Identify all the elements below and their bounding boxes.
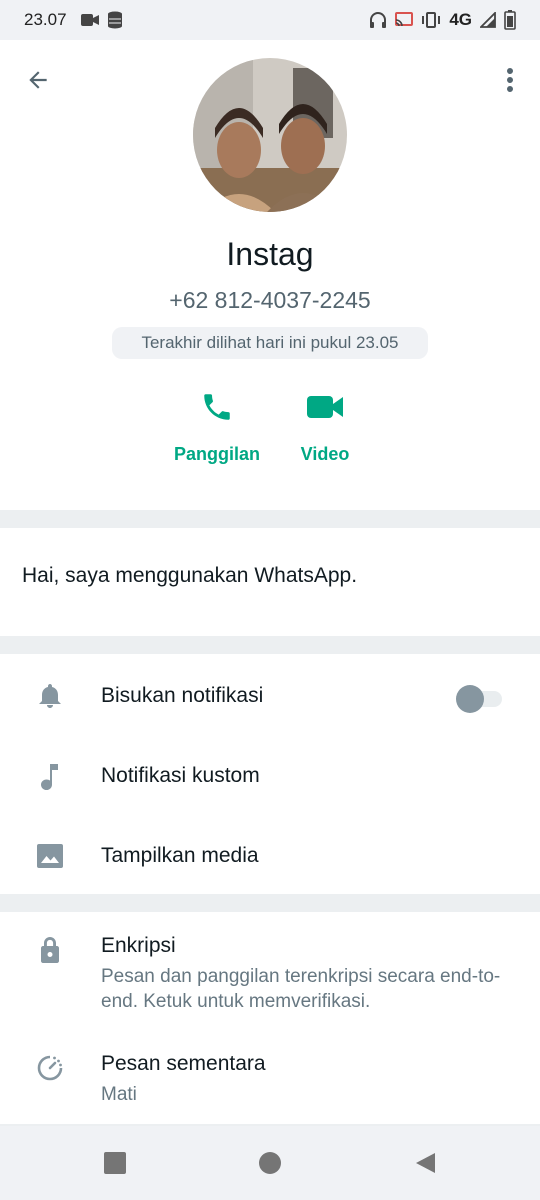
back-button[interactable] <box>22 64 54 96</box>
nav-back-icon <box>416 1153 435 1173</box>
status-left-icons <box>80 11 123 29</box>
image-icon <box>36 842 64 870</box>
custom-notifications-row[interactable]: Notifikasi kustom <box>0 736 540 816</box>
more-vertical-icon <box>507 68 513 92</box>
toggle-thumb <box>456 685 484 713</box>
nav-recents-icon <box>104 1152 126 1174</box>
video-label: Video <box>300 444 350 464</box>
custom-notif-label: Notifikasi kustom <box>101 764 260 787</box>
contact-phone: +62 812-4037-2245 <box>169 287 371 313</box>
profile-card: Instag +62 812-4037-2245 Terakhir diliha… <box>0 40 540 510</box>
mute-label: Bisukan notifikasi <box>101 684 264 707</box>
settings-card: Bisukan notifikasi Notifikasi kustom Tam… <box>0 654 540 894</box>
video-camera-icon <box>307 396 343 418</box>
last-seen-badge: Terakhir dilihat hari ini pukul 23.05 <box>112 327 428 359</box>
about-card[interactable]: Hai, saya menggunakan WhatsApp. <box>0 528 540 636</box>
more-options-button[interactable] <box>498 64 522 96</box>
headphones-icon <box>370 12 387 28</box>
status-bar: 23.07 4G <box>0 0 540 40</box>
nav-home-icon <box>259 1152 281 1174</box>
status-right-icons: 4G <box>369 10 516 30</box>
disappearing-title: Pesan sementara <box>101 1052 266 1075</box>
system-nav-bar <box>0 1126 540 1200</box>
nav-home-button[interactable] <box>255 1148 285 1178</box>
battery-icon <box>504 10 516 30</box>
call-button[interactable]: Panggilan <box>172 390 262 465</box>
music-note-icon <box>36 762 64 790</box>
disappearing-subtitle: Mati <box>101 1084 137 1105</box>
camera-recording-icon <box>80 14 99 26</box>
about-text: Hai, saya menggunakan WhatsApp. <box>22 564 358 587</box>
mute-toggle[interactable] <box>456 685 502 713</box>
network-type: 4G <box>449 10 472 29</box>
phone-icon <box>204 394 230 420</box>
call-label: Panggilan <box>173 444 260 464</box>
nav-recents-button[interactable] <box>100 1148 130 1178</box>
cast-icon <box>395 12 414 27</box>
disappearing-messages-row[interactable]: Pesan sementara Mati <box>0 1030 540 1122</box>
encryption-subtitle: Pesan dan panggilan terenkripsi secara e… <box>101 966 501 1012</box>
show-media-row[interactable]: Tampilkan media <box>0 816 540 896</box>
video-call-button[interactable]: Video <box>294 390 356 465</box>
contact-avatar[interactable] <box>193 58 347 212</box>
vibrate-icon <box>422 12 441 28</box>
contact-name: Instag <box>226 236 314 272</box>
lock-icon <box>36 936 64 964</box>
media-label: Tampilkan media <box>101 844 259 867</box>
storage-icon <box>107 11 122 29</box>
encryption-title: Enkripsi <box>101 934 176 957</box>
security-card: Enkripsi Pesan dan panggilan terenkripsi… <box>0 912 540 1124</box>
status-time: 23.07 <box>24 10 67 29</box>
avatar-photo <box>193 58 347 212</box>
nav-back-button[interactable] <box>410 1148 440 1178</box>
back-arrow-icon <box>29 71 47 89</box>
mute-notifications-row[interactable]: Bisukan notifikasi <box>0 656 540 736</box>
timer-icon <box>36 1054 64 1082</box>
bell-icon <box>36 682 64 710</box>
signal-icon <box>480 12 496 28</box>
encryption-row[interactable]: Enkripsi Pesan dan panggilan terenkripsi… <box>0 912 540 1024</box>
